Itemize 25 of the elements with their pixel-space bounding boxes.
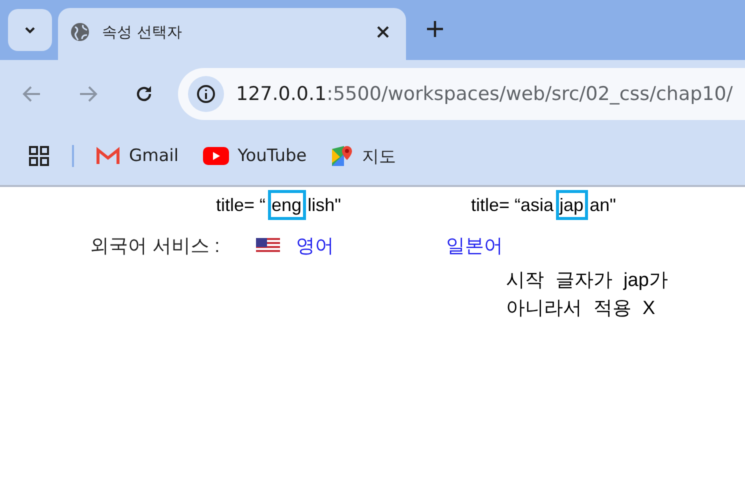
- address-bar[interactable]: 127.0.0.1:5500/workspaces/web/src/02_css/chap10/: [178, 68, 745, 120]
- close-icon[interactable]: [376, 25, 390, 39]
- site-info-button[interactable]: [188, 76, 224, 112]
- annotation-text: title= “ eng lish": [216, 190, 341, 220]
- service-label: 외국어 서비스 :: [90, 235, 220, 259]
- play-icon: [202, 147, 229, 165]
- language-link[interactable]: 일본어: [446, 233, 503, 259]
- flag-icon: [256, 238, 280, 254]
- annotation-text: title= “asia jap an": [471, 190, 616, 220]
- language-link[interactable]: 영어: [256, 233, 334, 259]
- mail-icon: [96, 147, 120, 165]
- bookmark-link[interactable]: 지도: [330, 144, 396, 168]
- map-pin-icon: [330, 145, 353, 167]
- bookmark-link[interactable]: YouTube: [202, 146, 307, 166]
- globe-icon: [70, 22, 90, 42]
- browser-tab[interactable]: 속성 선택자: [58, 8, 406, 60]
- annotation-note: 시작 글자가 jap가 아니라서 적용 X: [506, 269, 668, 321]
- apps-grid-icon[interactable]: [28, 145, 50, 167]
- chevron-down-icon: [23, 25, 37, 35]
- url-text: 127.0.0.1:5500/workspaces/web/src/02_css/chap10/: [236, 82, 733, 104]
- bookmark-link[interactable]: Gmail: [96, 146, 179, 166]
- reload-icon[interactable]: [134, 84, 154, 104]
- tab-title: 속성 선택자: [102, 22, 183, 42]
- plus-icon[interactable]: [426, 20, 444, 38]
- info-icon: [196, 84, 216, 104]
